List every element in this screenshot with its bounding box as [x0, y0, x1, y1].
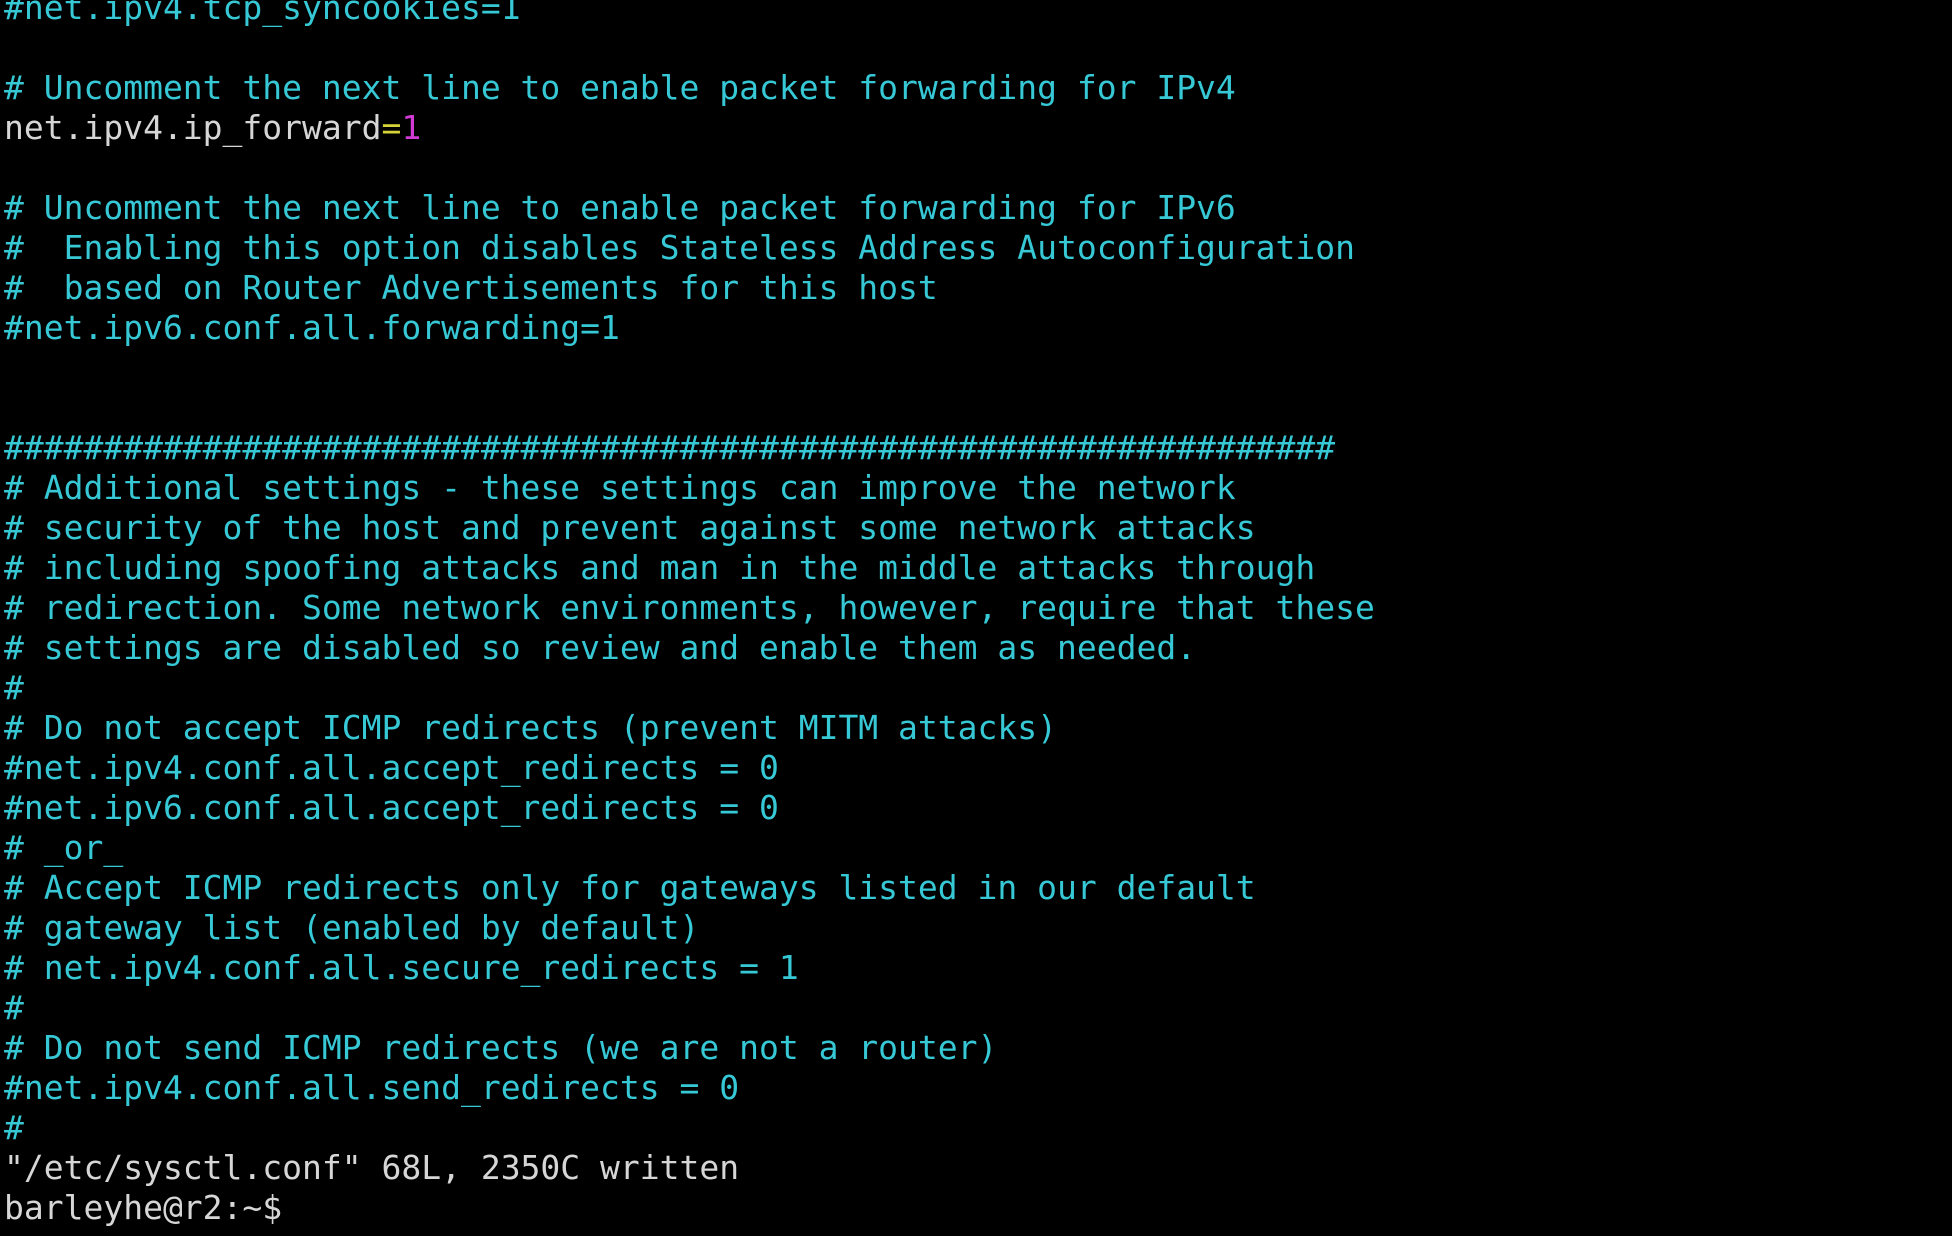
- comment-line: # settings are disabled so review and en…: [4, 628, 1197, 667]
- comment-line: #net.ipv6.conf.all.accept_redirects = 0: [4, 788, 779, 827]
- comment-line: # Accept ICMP redirects only for gateway…: [4, 868, 1256, 907]
- status-message: "/etc/sysctl.conf" 68L, 2350C written: [4, 1148, 740, 1187]
- setting-operator: =: [381, 108, 402, 147]
- comment-line: # Enabling this option disables Stateles…: [4, 228, 1356, 267]
- comment-line: # including spoofing attacks and man in …: [4, 548, 1316, 587]
- shell-prompt[interactable]: barleyhe@r2:~$: [4, 1188, 1952, 1228]
- comment-line: #: [4, 988, 24, 1027]
- comment-line: #net.ipv4.tcp_syncookies=1: [4, 0, 521, 27]
- comment-line: # redirection. Some network environments…: [4, 588, 1375, 627]
- comment-line: #: [4, 1108, 24, 1147]
- comment-line: #net.ipv4.conf.all.send_redirects = 0: [4, 1068, 740, 1107]
- comment-line: ########################################…: [4, 428, 1336, 467]
- comment-line: # Additional settings - these settings c…: [4, 468, 1236, 507]
- comment-line: # security of the host and prevent again…: [4, 508, 1256, 547]
- editor-buffer[interactable]: #net.ipv4.tcp_syncookies=1 # Uncomment th…: [4, 0, 1952, 1148]
- comment-line: # based on Router Advertisements for thi…: [4, 268, 938, 307]
- comment-line: # Uncomment the next line to enable pack…: [4, 188, 1236, 227]
- terminal-window[interactable]: #net.ipv4.tcp_syncookies=1 # Uncomment th…: [0, 0, 1952, 1227]
- comment-line: # net.ipv4.conf.all.secure_redirects = 1: [4, 948, 799, 987]
- comment-line: # gateway list (enabled by default): [4, 908, 700, 947]
- setting-value: 1: [401, 108, 422, 147]
- comment-line: # Do not send ICMP redirects (we are not…: [4, 1028, 998, 1067]
- comment-line: #net.ipv4.conf.all.accept_redirects = 0: [4, 748, 779, 787]
- comment-line: # Do not accept ICMP redirects (prevent …: [4, 708, 1057, 747]
- comment-line: #: [4, 668, 24, 707]
- comment-line: # Uncomment the next line to enable pack…: [4, 68, 1236, 107]
- setting-key: net.ipv4.ip_forward: [4, 108, 382, 147]
- config-setting-line: net.ipv4.ip_forward=1: [4, 108, 1952, 148]
- comment-line: # _or_: [4, 828, 124, 867]
- comment-line: #net.ipv6.conf.all.forwarding=1: [4, 308, 620, 347]
